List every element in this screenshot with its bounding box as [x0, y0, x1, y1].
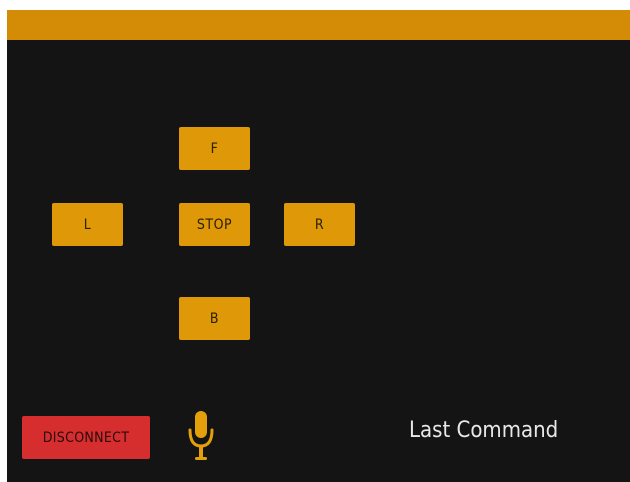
- left-button[interactable]: L: [52, 203, 123, 246]
- last-command-text: Last Command: [409, 418, 559, 443]
- microphone-icon[interactable]: [187, 411, 215, 461]
- forward-button[interactable]: F: [179, 127, 250, 170]
- forward-button-label: F: [210, 140, 219, 157]
- disconnect-button[interactable]: DISCONNECT: [22, 416, 150, 459]
- disconnect-button-label: DISCONNECT: [42, 429, 130, 446]
- stop-button[interactable]: STOP: [179, 203, 250, 246]
- left-button-label: L: [83, 216, 92, 233]
- right-button-label: R: [314, 216, 325, 233]
- back-button[interactable]: B: [179, 297, 250, 340]
- back-button-label: B: [209, 310, 220, 327]
- right-button[interactable]: R: [284, 203, 355, 246]
- robot-controller-app: F L STOP R B DISCONNECT Last Command: [7, 10, 630, 482]
- app-bar: [7, 10, 630, 40]
- screen: F L STOP R B DISCONNECT Last Command: [0, 0, 630, 482]
- stop-button-label: STOP: [196, 216, 233, 233]
